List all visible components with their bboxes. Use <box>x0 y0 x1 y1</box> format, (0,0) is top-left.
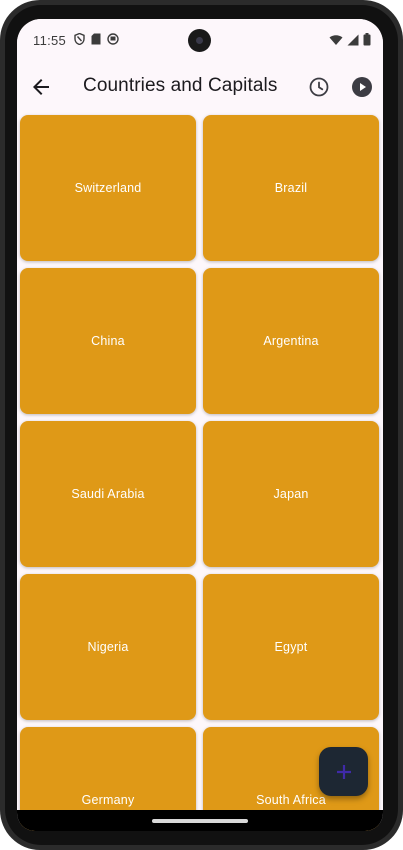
status-time: 11:55 <box>33 33 67 48</box>
country-label: Egypt <box>274 640 308 654</box>
sd-card-icon <box>91 33 101 45</box>
shield-icon <box>74 33 85 45</box>
app-notification-icon <box>107 33 119 45</box>
page-title: Countries and Capitals <box>83 75 278 96</box>
battery-icon <box>363 33 371 46</box>
country-card-brazil[interactable]: Brazil <box>203 115 379 261</box>
play-circle-icon <box>352 77 372 97</box>
country-label: Brazil <box>274 181 308 195</box>
country-card-switzerland[interactable]: Switzerland <box>20 115 196 261</box>
country-card-egypt[interactable]: Egypt <box>203 574 379 720</box>
status-bar: 11:55 <box>17 19 383 63</box>
country-label: Argentina <box>263 334 319 348</box>
add-fab-button[interactable] <box>319 747 368 796</box>
history-button[interactable] <box>307 75 331 99</box>
country-label: Japan <box>273 487 309 501</box>
status-icons-right <box>329 33 371 46</box>
device-frame: 11:55 Countries and Capitals Switzerland… <box>0 0 403 850</box>
country-card-japan[interactable]: Japan <box>203 421 379 567</box>
system-nav-bar <box>17 810 383 831</box>
country-label: Switzerland <box>74 181 142 195</box>
country-card-saudi-arabia[interactable]: Saudi Arabia <box>20 421 196 567</box>
country-label: Saudi Arabia <box>71 487 145 501</box>
status-icons-left <box>74 33 119 45</box>
add-icon <box>336 764 351 779</box>
country-card-argentina[interactable]: Argentina <box>203 268 379 414</box>
back-button[interactable] <box>29 75 53 99</box>
front-camera <box>188 29 211 52</box>
country-label: South Africa <box>256 793 326 807</box>
country-grid: Switzerland Brazil China Argentina Saudi… <box>20 115 380 831</box>
history-icon <box>309 77 329 97</box>
play-button[interactable] <box>350 75 374 99</box>
country-label: Nigeria <box>87 640 129 654</box>
wifi-icon <box>329 34 343 45</box>
country-label: Germany <box>81 793 135 807</box>
country-card-nigeria[interactable]: Nigeria <box>20 574 196 720</box>
screen: 11:55 Countries and Capitals Switzerland… <box>17 19 383 831</box>
arrow-back-icon <box>33 79 49 95</box>
country-label: China <box>91 334 125 348</box>
home-gesture-handle[interactable] <box>152 819 248 823</box>
app-bar: Countries and Capitals <box>17 63 383 111</box>
signal-icon <box>347 34 359 45</box>
country-card-china[interactable]: China <box>20 268 196 414</box>
